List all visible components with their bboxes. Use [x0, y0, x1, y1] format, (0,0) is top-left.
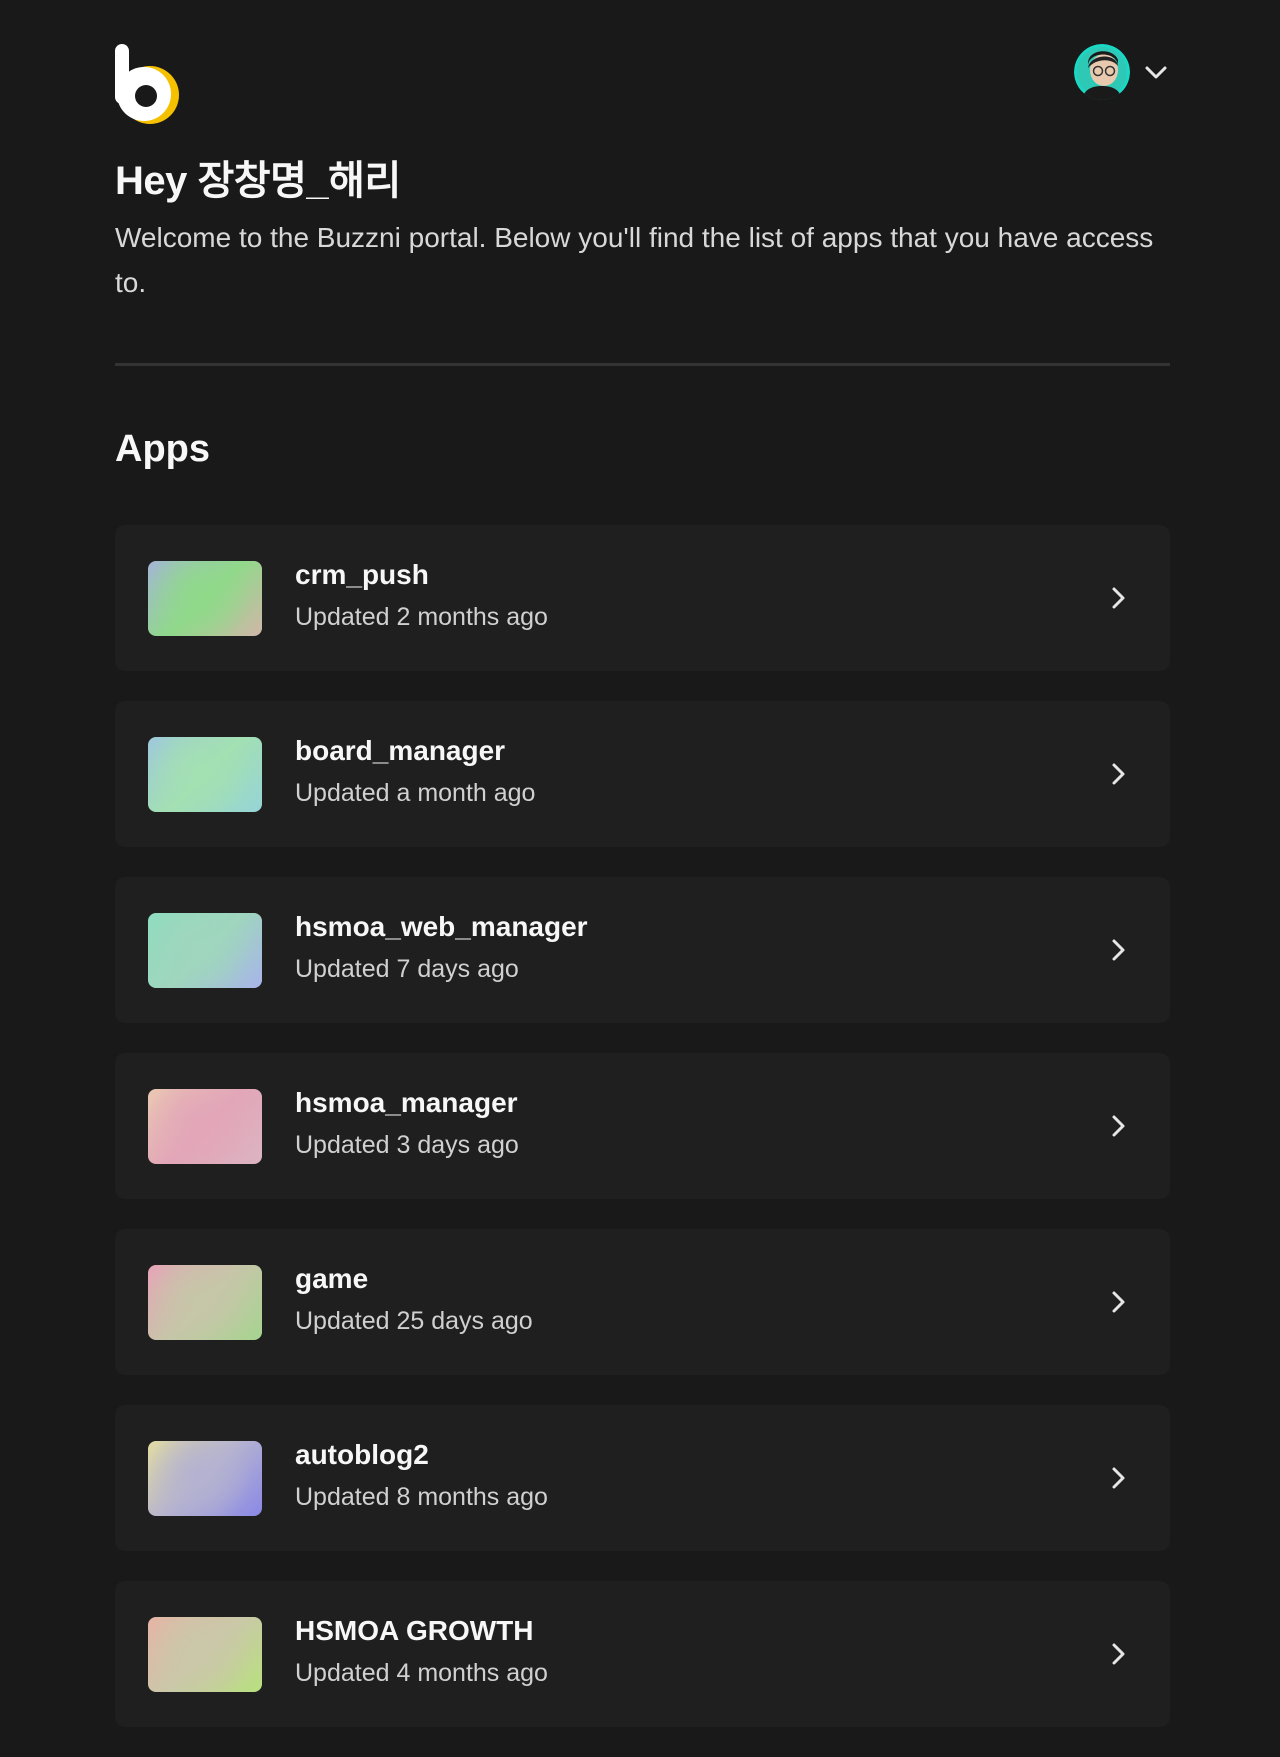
buzzni-logo-icon[interactable] [115, 44, 181, 126]
app-thumbnail [148, 1089, 262, 1164]
user-avatar[interactable] [1074, 44, 1130, 100]
app-card-0[interactable]: crm_push Updated 2 months ago [115, 525, 1170, 671]
app-name: HSMOA GROWTH [295, 1615, 534, 1646]
app-updated-time: Updated a month ago [295, 779, 536, 807]
app-card-4[interactable]: game Updated 25 days ago [115, 1229, 1170, 1375]
user-menu[interactable] [1074, 44, 1170, 100]
app-card-1[interactable]: board_manager Updated a month ago [115, 701, 1170, 847]
greeting-heading: Hey 장창명_해리 [115, 159, 401, 203]
app-name: board_manager [295, 735, 506, 766]
app-card-5[interactable]: autoblog2 Updated 8 months ago [115, 1405, 1170, 1551]
app-card-6[interactable]: HSMOA GROWTH Updated 4 months ago [115, 1581, 1170, 1727]
app-thumbnail [148, 561, 262, 636]
app-updated-time: Updated 7 days ago [295, 955, 519, 983]
chevron-right-icon[interactable] [1104, 1112, 1132, 1140]
welcome-text: Welcome to the Buzzni portal. Below you'… [115, 222, 1154, 298]
app-name: hsmoa_web_manager [295, 911, 588, 942]
chevron-right-icon[interactable] [1104, 1288, 1132, 1316]
app-list: crm_push Updated 2 months ago board_mana… [115, 525, 1170, 1757]
chevron-right-icon[interactable] [1104, 760, 1132, 788]
app-card-3[interactable]: hsmoa_manager Updated 3 days ago [115, 1053, 1170, 1199]
app-thumbnail [148, 737, 262, 812]
app-updated-time: Updated 25 days ago [295, 1307, 533, 1335]
section-divider [115, 363, 1170, 366]
app-name: crm_push [295, 559, 429, 590]
app-updated-time: Updated 3 days ago [295, 1131, 519, 1159]
app-name: hsmoa_manager [295, 1087, 518, 1118]
chevron-right-icon[interactable] [1104, 1464, 1132, 1492]
app-thumbnail [148, 1265, 262, 1340]
app-updated-time: Updated 4 months ago [295, 1659, 548, 1687]
app-updated-time: Updated 8 months ago [295, 1483, 548, 1511]
chevron-right-icon[interactable] [1104, 1640, 1132, 1668]
app-name: game [295, 1263, 369, 1294]
chevron-down-icon[interactable] [1142, 58, 1170, 86]
app-updated-time: Updated 2 months ago [295, 603, 548, 631]
app-thumbnail [148, 1441, 262, 1516]
app-thumbnail [148, 913, 262, 988]
app-name: autoblog2 [295, 1439, 429, 1470]
chevron-right-icon[interactable] [1104, 584, 1132, 612]
app-card-2[interactable]: hsmoa_web_manager Updated 7 days ago [115, 877, 1170, 1023]
app-thumbnail [148, 1617, 262, 1692]
chevron-right-icon[interactable] [1104, 936, 1132, 964]
apps-section-title: Apps [115, 428, 210, 470]
